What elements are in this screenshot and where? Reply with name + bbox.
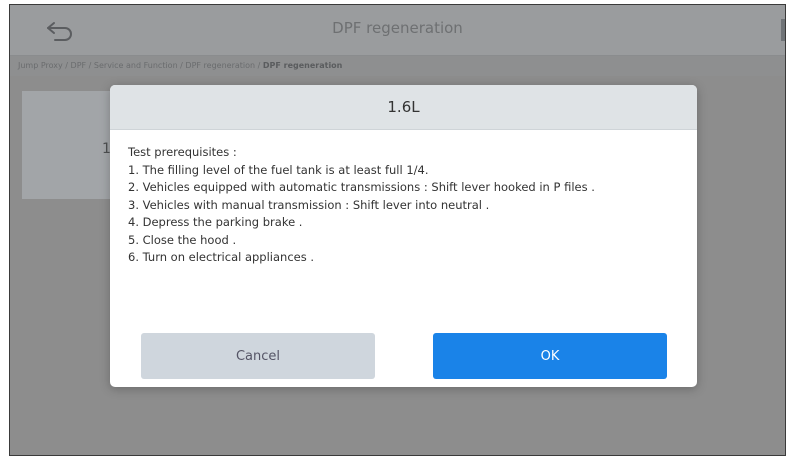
prerequisite-item: 2. Vehicles equipped with automatic tran… <box>128 180 595 194</box>
dialog-title: 1.6L <box>110 85 697 130</box>
prerequisites-intro: Test prerequisites : <box>128 145 237 159</box>
breadcrumb-path: Jump Proxy / DPF / Service and Function … <box>18 61 263 70</box>
topbar-edge-marker <box>781 19 785 41</box>
breadcrumb-current: DPF regeneration <box>262 61 343 70</box>
prerequisite-item: 3. Vehicles with manual transmission : S… <box>128 197 490 212</box>
dialog-body: Test prerequisites : 1. The filling leve… <box>110 130 697 267</box>
prerequisite-item: 4. Depress the parking brake . <box>128 215 303 229</box>
top-app-bar: DPF regeneration <box>10 5 785 56</box>
prerequisite-item: 6. Turn on electrical appliances . <box>128 250 315 264</box>
ok-button[interactable]: OK <box>433 333 667 379</box>
page-title: DPF regeneration <box>332 19 463 37</box>
app-window: DPF regeneration Jump Proxy / DPF / Serv… <box>9 4 786 456</box>
breadcrumb: Jump Proxy / DPF / Service and Function … <box>10 56 785 76</box>
cancel-button[interactable]: Cancel <box>141 333 375 379</box>
prerequisite-item: 1. The filling level of the fuel tank is… <box>128 162 429 177</box>
prerequisites-dialog: 1.6L Test prerequisites : 1. The filling… <box>110 85 697 387</box>
prerequisite-item: 5. Close the hood . <box>128 232 237 247</box>
dialog-actions: Cancel OK <box>110 333 697 381</box>
